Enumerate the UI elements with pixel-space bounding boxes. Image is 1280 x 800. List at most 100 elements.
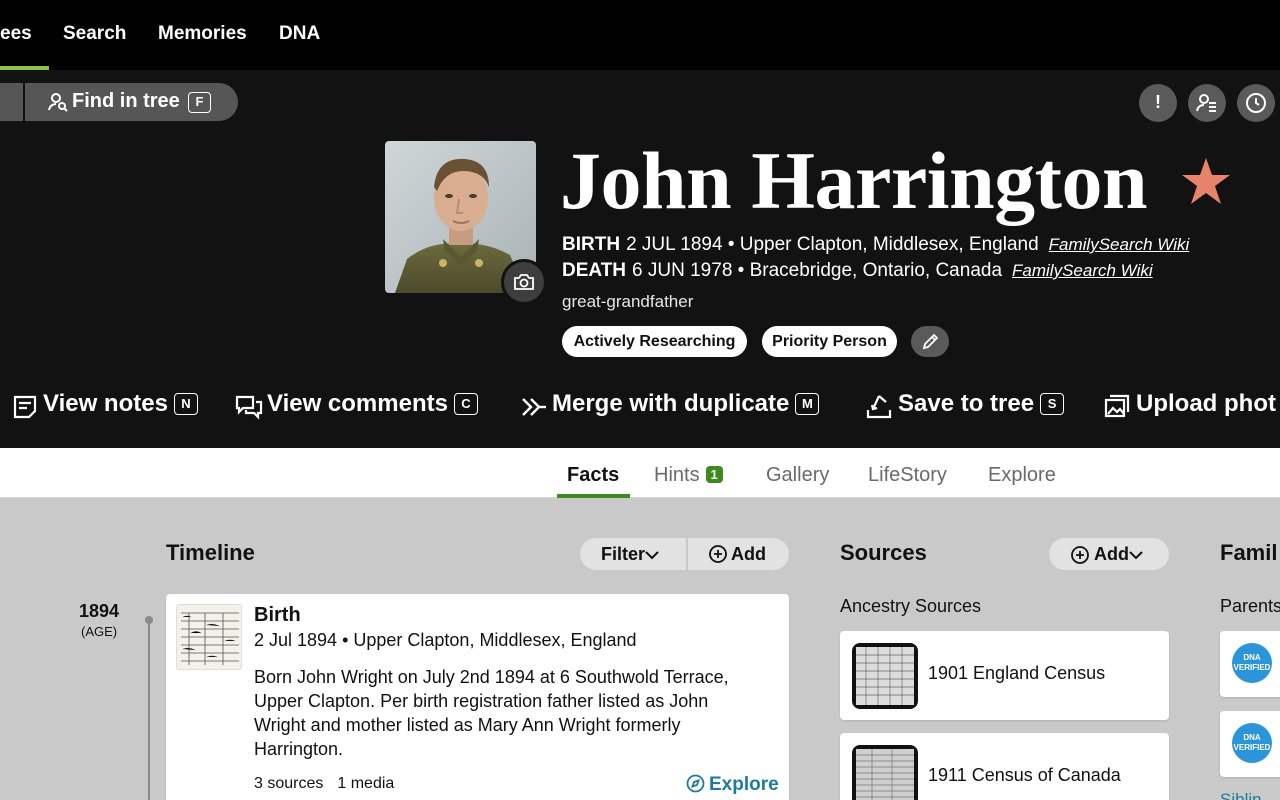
nav-trees[interactable]: ees — [0, 23, 32, 45]
event-meta: 3 sources 1 media — [254, 775, 408, 793]
find-in-tree-label: Find in tree — [72, 90, 180, 112]
chevron-down-icon — [645, 551, 659, 560]
tab-explore[interactable]: Explore — [988, 464, 1056, 487]
filter-button[interactable]: Filter — [601, 544, 659, 565]
star-icon[interactable] — [1180, 156, 1232, 206]
tab-lifestory[interactable]: LifeStory — [868, 464, 947, 487]
badge-priority-person[interactable]: Priority Person — [762, 326, 897, 357]
view-comments-action[interactable]: View comments C — [235, 390, 478, 420]
source-thumbnail — [852, 745, 918, 800]
view-comments-label: View comments — [267, 390, 448, 417]
source-card[interactable]: 1901 England Census — [840, 631, 1169, 720]
event-media-count[interactable]: 1 media — [337, 775, 394, 792]
person-search-icon — [48, 93, 68, 112]
nav-dna[interactable]: DNA — [279, 23, 320, 45]
tab-hints[interactable]: Hints 1 — [654, 464, 723, 487]
death-label: DEATH — [562, 260, 627, 281]
add-event-button[interactable]: Add — [709, 544, 766, 565]
view-notes-action[interactable]: View notes N — [12, 390, 198, 419]
birth-label: BIRTH — [562, 234, 621, 255]
parent-card[interactable]: DNA VERIFIED — [1220, 631, 1280, 697]
timeline-controls: Filter Add — [580, 538, 789, 570]
death-vital: DEATH 6 JUN 1978 • Bracebridge, Ontario, … — [562, 260, 1153, 282]
shortcut-key-m: M — [795, 393, 820, 415]
view-notes-label: View notes — [43, 390, 168, 417]
compass-icon — [686, 774, 705, 793]
timeline-age: (AGE) — [81, 624, 118, 639]
nav-search[interactable]: Search — [63, 23, 126, 45]
history-button[interactable] — [1237, 84, 1275, 122]
birth-event-card[interactable]: Birth 2 Jul 1894 • Upper Clapton, Middle… — [166, 594, 789, 800]
notes-icon — [13, 395, 37, 419]
upload-photo-icon — [1104, 394, 1130, 418]
find-in-tree-button[interactable]: Find in tree F — [0, 83, 238, 121]
timeline-dot — [145, 616, 153, 624]
change-photo-button[interactable] — [501, 259, 547, 305]
chevron-down-icon — [1129, 551, 1143, 560]
birth-wiki-link[interactable]: FamilySearch Wiki — [1049, 235, 1190, 254]
edit-badges-button[interactable] — [911, 326, 949, 357]
shortcut-key-f: F — [188, 92, 211, 113]
dna-verified-badge: DNA VERIFIED — [1232, 723, 1272, 763]
birth-vital: BIRTH 2 JUL 1894 • Upper Clapton, Middles… — [562, 234, 1189, 256]
top-nav: ees Search Memories DNA — [0, 0, 1280, 70]
timeline-year: 1894 — [79, 601, 120, 621]
death-value: 6 JUN 1978 • Bracebridge, Ontario, Canad… — [632, 260, 1003, 281]
death-wiki-link[interactable]: FamilySearch Wiki — [1012, 261, 1153, 280]
add-event-label: Add — [731, 544, 766, 564]
comments-icon — [235, 395, 263, 420]
source-card[interactable]: 1911 Census of Canada — [840, 733, 1169, 800]
add-source-button[interactable]: Add — [1049, 538, 1169, 570]
person-list-icon — [1196, 94, 1216, 112]
pencil-icon — [922, 333, 939, 350]
clock-icon — [1246, 93, 1266, 113]
event-sources-count[interactable]: 3 sources — [254, 775, 323, 792]
plus-circle-icon — [709, 545, 727, 563]
source-title: 1901 England Census — [928, 663, 1106, 683]
divider — [23, 83, 25, 121]
tab-facts[interactable]: Facts — [567, 464, 619, 487]
save-to-tree-icon — [866, 395, 892, 419]
alert-button[interactable]: ! — [1139, 84, 1177, 122]
event-explore-link[interactable]: Explore — [686, 774, 779, 796]
nav-memories[interactable]: Memories — [158, 23, 247, 45]
birth-value: 2 JUL 1894 • Upper Clapton, Middlesex, E… — [626, 234, 1039, 255]
merge-duplicate-label: Merge with duplicate — [552, 390, 790, 417]
save-to-tree-label: Save to tree — [898, 390, 1035, 417]
merge-icon — [522, 398, 546, 416]
shortcut-key-s: S — [1040, 393, 1065, 415]
birth-record-thumbnail[interactable] — [176, 604, 242, 670]
source-thumbnail — [852, 643, 918, 709]
save-to-tree-action[interactable]: Save to tree S — [866, 390, 1065, 419]
tab-hints-label: Hints — [654, 464, 700, 486]
family-title: Famil — [1220, 540, 1278, 565]
badge-actively-researching[interactable]: Actively Researching — [562, 326, 747, 357]
dna-verified-badge: DNA VERIFIED — [1232, 643, 1272, 683]
siblings-link[interactable]: Siblin — [1220, 790, 1262, 800]
active-tab-indicator — [557, 494, 630, 498]
event-date-place: 2 Jul 1894 • Upper Clapton, Middlesex, E… — [254, 630, 637, 650]
explore-label: Explore — [709, 774, 779, 795]
upload-photo-label: Upload phot — [1136, 390, 1276, 417]
shortcut-key-n: N — [173, 393, 198, 415]
shortcut-key-c: C — [453, 393, 478, 415]
timeline-line — [148, 620, 150, 800]
ancestry-sources-label: Ancestry Sources — [840, 596, 982, 616]
tab-gallery[interactable]: Gallery — [766, 464, 829, 487]
add-source-label: Add — [1094, 544, 1143, 565]
plus-circle-icon — [1071, 546, 1089, 564]
hints-count-badge: 1 — [705, 466, 723, 483]
divider — [686, 538, 688, 570]
research-button[interactable] — [1188, 84, 1226, 122]
person-name: John Harrington — [560, 135, 1148, 226]
upload-photo-action[interactable]: Upload phot — [1104, 390, 1276, 418]
parent-card[interactable]: DNA VERIFIED — [1220, 711, 1280, 777]
profile-tabs: Facts Hints 1 Gallery LifeStory Explore — [0, 448, 1280, 498]
sources-title: Sources — [840, 540, 927, 565]
timeline-title: Timeline — [166, 540, 255, 565]
add-source-text: Add — [1094, 544, 1129, 564]
alert-icon: ! — [1155, 92, 1161, 112]
parents-label: Parents — [1220, 596, 1280, 616]
merge-duplicate-action[interactable]: Merge with duplicate M — [521, 390, 820, 418]
event-title: Birth — [254, 604, 301, 626]
